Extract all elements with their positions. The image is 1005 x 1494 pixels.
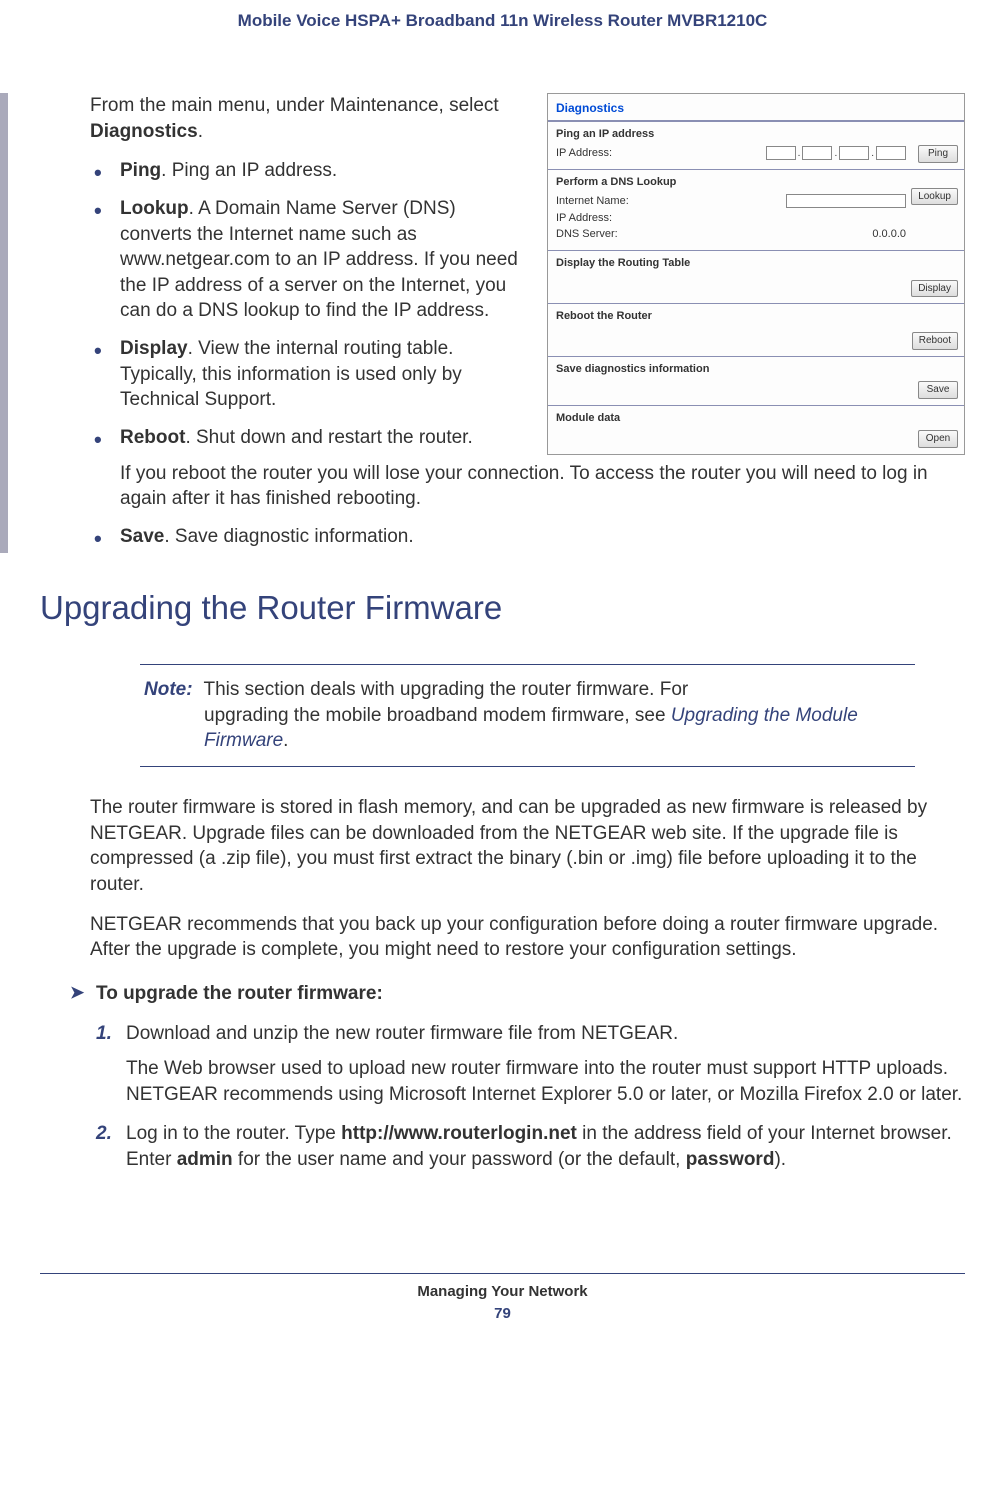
intro-pre: From the main menu, under Maintenance, s…: [90, 95, 499, 116]
body-paragraph-1: The router firmware is stored in flash m…: [90, 795, 965, 898]
step-text: Log in to the router. Type http://www.ro…: [126, 1123, 952, 1170]
feature-term: Reboot: [120, 427, 185, 448]
step-text: Download and unzip the new router firmwa…: [126, 1023, 678, 1044]
body-paragraph-2: NETGEAR recommends that you back up your…: [90, 912, 965, 963]
feature-item: Ping. Ping an IP address.: [90, 158, 965, 184]
feature-item: Display. View the internal routing table…: [90, 336, 965, 413]
feature-term: Display: [120, 338, 188, 359]
section-heading: Upgrading the Router Firmware: [40, 586, 965, 631]
procedure-heading: To upgrade the router firmware:: [70, 981, 965, 1007]
feature-item: Reboot. Shut down and restart the router…: [90, 425, 965, 512]
feature-desc: . Ping an IP address.: [161, 160, 337, 181]
thumb-tab: [0, 93, 8, 553]
step-sub: The Web browser used to upload new route…: [126, 1056, 965, 1107]
footer-page-number: 79: [40, 1304, 965, 1324]
note-post: .: [283, 730, 288, 751]
feature-term: Lookup: [120, 198, 189, 219]
page-footer: Managing Your Network 79: [40, 1273, 965, 1325]
feature-term: Save: [120, 526, 164, 547]
step-item: Download and unzip the new router firmwa…: [96, 1021, 965, 1108]
step-item: Log in to the router. Type http://www.ro…: [96, 1121, 965, 1172]
feature-term: Ping: [120, 160, 161, 181]
feature-desc: . Shut down and restart the router.: [185, 427, 472, 448]
feature-list: Ping. Ping an IP address. Lookup. A Domai…: [90, 158, 965, 549]
note-label: Note:: [144, 679, 193, 700]
feature-sub: If you reboot the router you will lose y…: [120, 461, 965, 512]
running-header: Mobile Voice HSPA+ Broadband 11n Wireles…: [40, 10, 965, 33]
intro-paragraph: From the main menu, under Maintenance, s…: [90, 93, 525, 144]
steps-list: Download and unzip the new router firmwa…: [96, 1021, 965, 1173]
note-box: Note: This section deals with upgrading …: [140, 664, 915, 767]
intro-post: .: [198, 121, 203, 142]
feature-item: Save. Save diagnostic information.: [90, 524, 965, 550]
footer-chapter: Managing Your Network: [40, 1282, 965, 1302]
feature-item: Lookup. A Domain Name Server (DNS) conve…: [90, 196, 965, 324]
feature-desc: . Save diagnostic information.: [164, 526, 413, 547]
diag-title: Diagnostics: [548, 94, 964, 120]
diag-ping-title: Ping an IP address: [556, 127, 956, 142]
note-text-2: upgrading the mobile broadband modem fir…: [204, 705, 671, 726]
note-text-1: This section deals with upgrading the ro…: [204, 679, 689, 700]
intro-bold: Diagnostics: [90, 121, 198, 142]
